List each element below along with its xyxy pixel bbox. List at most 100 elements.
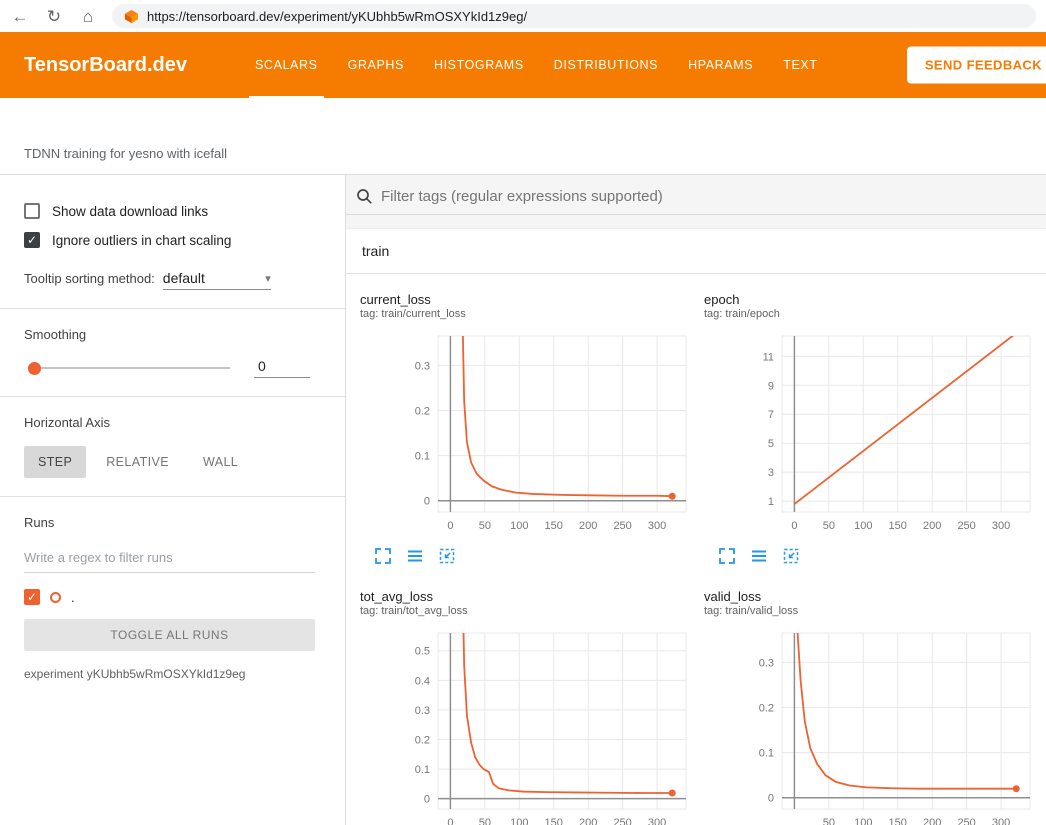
tab-text[interactable]: TEXT (783, 32, 817, 98)
train-section-card: train current_losstag: train/current_los… (346, 229, 1046, 825)
x-tick-label: 150 (889, 817, 907, 825)
x-tick-label: 150 (545, 520, 563, 532)
fit-domain-icon[interactable] (782, 547, 800, 565)
chart-canvas[interactable]: 05010015020025030000.10.20.30.40.5 (360, 627, 696, 825)
tensorboard-favicon (124, 9, 139, 24)
y-tick-label: 11 (763, 351, 774, 363)
expand-chart-icon[interactable] (374, 547, 392, 565)
runs-label: Runs (24, 515, 315, 530)
send-feedback-button[interactable]: SEND FEEDBACK (907, 47, 1046, 84)
tag-filter-row (346, 175, 1046, 215)
run-row[interactable]: ✓ . (24, 589, 315, 605)
divider (0, 396, 345, 397)
fit-domain-icon[interactable] (438, 547, 456, 565)
log-scale-icon[interactable] (750, 547, 768, 565)
tooltip-sorting-row: Tooltip sorting method: default ▾ (24, 270, 315, 290)
y-tick-label: 1 (768, 496, 774, 508)
chart-toolbar (718, 547, 1040, 565)
ignore-outliers-checkbox[interactable]: ✓ Ignore outliers in chart scaling (24, 232, 315, 248)
horizontal-axis-label: Horizontal Axis (24, 415, 315, 430)
app-header: TensorBoard.dev SCALARS GRAPHS HISTOGRAM… (0, 32, 1046, 98)
experiment-description-row: TDNN training for yesno with icefall (0, 98, 1046, 175)
wall-button[interactable]: WALL (189, 446, 252, 478)
tab-hparams[interactable]: HPARAMS (688, 32, 753, 98)
runs-filter-input[interactable] (24, 546, 315, 573)
x-tick-label: 50 (479, 817, 491, 825)
x-tick-label: 150 (889, 520, 907, 532)
y-tick-label: 0 (424, 496, 430, 508)
chart-canvas[interactable]: 0501001502002503001357911 (704, 330, 1040, 538)
smoothing-label: Smoothing (24, 327, 315, 342)
chart-tag: tag: train/tot_avg_loss (360, 605, 696, 617)
tab-histograms[interactable]: HISTOGRAMS (434, 32, 524, 98)
run-color-indicator (50, 592, 61, 603)
slider-thumb[interactable] (28, 362, 41, 375)
x-tick-label: 300 (648, 520, 666, 532)
x-tick-label: 100 (854, 817, 872, 825)
toggle-all-runs-button[interactable]: TOGGLE ALL RUNS (24, 619, 315, 651)
tab-graphs[interactable]: GRAPHS (348, 32, 404, 98)
section-header-train[interactable]: train (346, 229, 1046, 274)
x-tick-label: 250 (957, 520, 975, 532)
step-button[interactable]: STEP (24, 446, 86, 478)
y-tick-label: 0.4 (415, 675, 430, 687)
chart-toolbar (374, 547, 696, 565)
x-tick-label: 50 (479, 520, 491, 532)
section-title: train (362, 243, 389, 259)
app-logo[interactable]: TensorBoard.dev (24, 54, 187, 77)
chart-canvas[interactable]: 5010015020025030000.10.20.3 (704, 627, 1040, 825)
y-tick-label: 0.5 (415, 646, 430, 658)
settings-sidebar: Show data download links ✓ Ignore outlie… (0, 175, 346, 825)
experiment-description: TDNN training for yesno with icefall (24, 146, 227, 161)
chart-title: epoch (704, 292, 1040, 307)
x-tick-label: 150 (545, 817, 563, 825)
tab-distributions[interactable]: DISTRIBUTIONS (554, 32, 658, 98)
last-point-marker (669, 790, 676, 797)
back-icon[interactable]: ← (10, 8, 30, 25)
chart-tag: tag: train/epoch (704, 308, 1040, 320)
tooltip-sorting-select[interactable]: default ▾ (163, 270, 271, 290)
divider (0, 308, 345, 309)
chart-tag: tag: train/current_loss (360, 308, 696, 320)
address-bar[interactable]: https://tensorboard.dev/experiment/yKUbh… (112, 4, 1036, 28)
y-tick-label: 0.3 (415, 360, 430, 372)
smoothing-value-input[interactable]: 0 (254, 358, 310, 378)
x-tick-label: 200 (579, 520, 597, 532)
chart-card-tot_avg_loss: tot_avg_losstag: train/tot_avg_loss05010… (360, 589, 696, 825)
y-tick-label: 0 (424, 794, 430, 806)
tag-filter-input[interactable] (381, 188, 1036, 205)
last-point-marker (669, 493, 676, 500)
chart-card-valid_loss: valid_losstag: train/valid_loss501001502… (704, 589, 1040, 825)
y-tick-label: 0 (768, 793, 774, 805)
y-tick-label: 7 (768, 409, 774, 421)
x-tick-label: 300 (648, 817, 666, 825)
checkbox-checked-icon: ✓ (24, 232, 40, 248)
browser-toolbar: ← ↻ ⌂ https://tensorboard.dev/experiment… (0, 0, 1046, 32)
run-name: . (71, 590, 75, 605)
checkbox-unchecked-icon (24, 203, 40, 219)
y-tick-label: 9 (768, 380, 774, 392)
x-tick-label: 200 (579, 817, 597, 825)
x-tick-label: 300 (992, 520, 1010, 532)
x-tick-label: 0 (791, 520, 797, 532)
relative-button[interactable]: RELATIVE (92, 446, 183, 478)
run-checkbox[interactable]: ✓ (24, 589, 40, 605)
checkbox-label: Show data download links (52, 204, 208, 219)
x-tick-label: 250 (613, 817, 631, 825)
chart-title: current_loss (360, 292, 696, 307)
x-tick-label: 200 (923, 520, 941, 532)
tab-scalars[interactable]: SCALARS (255, 32, 318, 98)
checkbox-label: Ignore outliers in chart scaling (52, 233, 231, 248)
y-tick-label: 0.1 (759, 748, 774, 760)
chart-canvas[interactable]: 05010015020025030000.10.20.3 (360, 330, 696, 538)
x-tick-label: 250 (957, 817, 975, 825)
x-tick-label: 50 (823, 817, 835, 825)
reload-icon[interactable]: ↻ (44, 8, 64, 25)
y-tick-label: 0.1 (415, 451, 430, 463)
expand-chart-icon[interactable] (718, 547, 736, 565)
tooltip-sorting-label: Tooltip sorting method: (24, 271, 155, 286)
home-icon[interactable]: ⌂ (78, 8, 98, 25)
show-download-links-checkbox[interactable]: Show data download links (24, 203, 315, 219)
smoothing-slider[interactable] (30, 367, 230, 369)
log-scale-icon[interactable] (406, 547, 424, 565)
